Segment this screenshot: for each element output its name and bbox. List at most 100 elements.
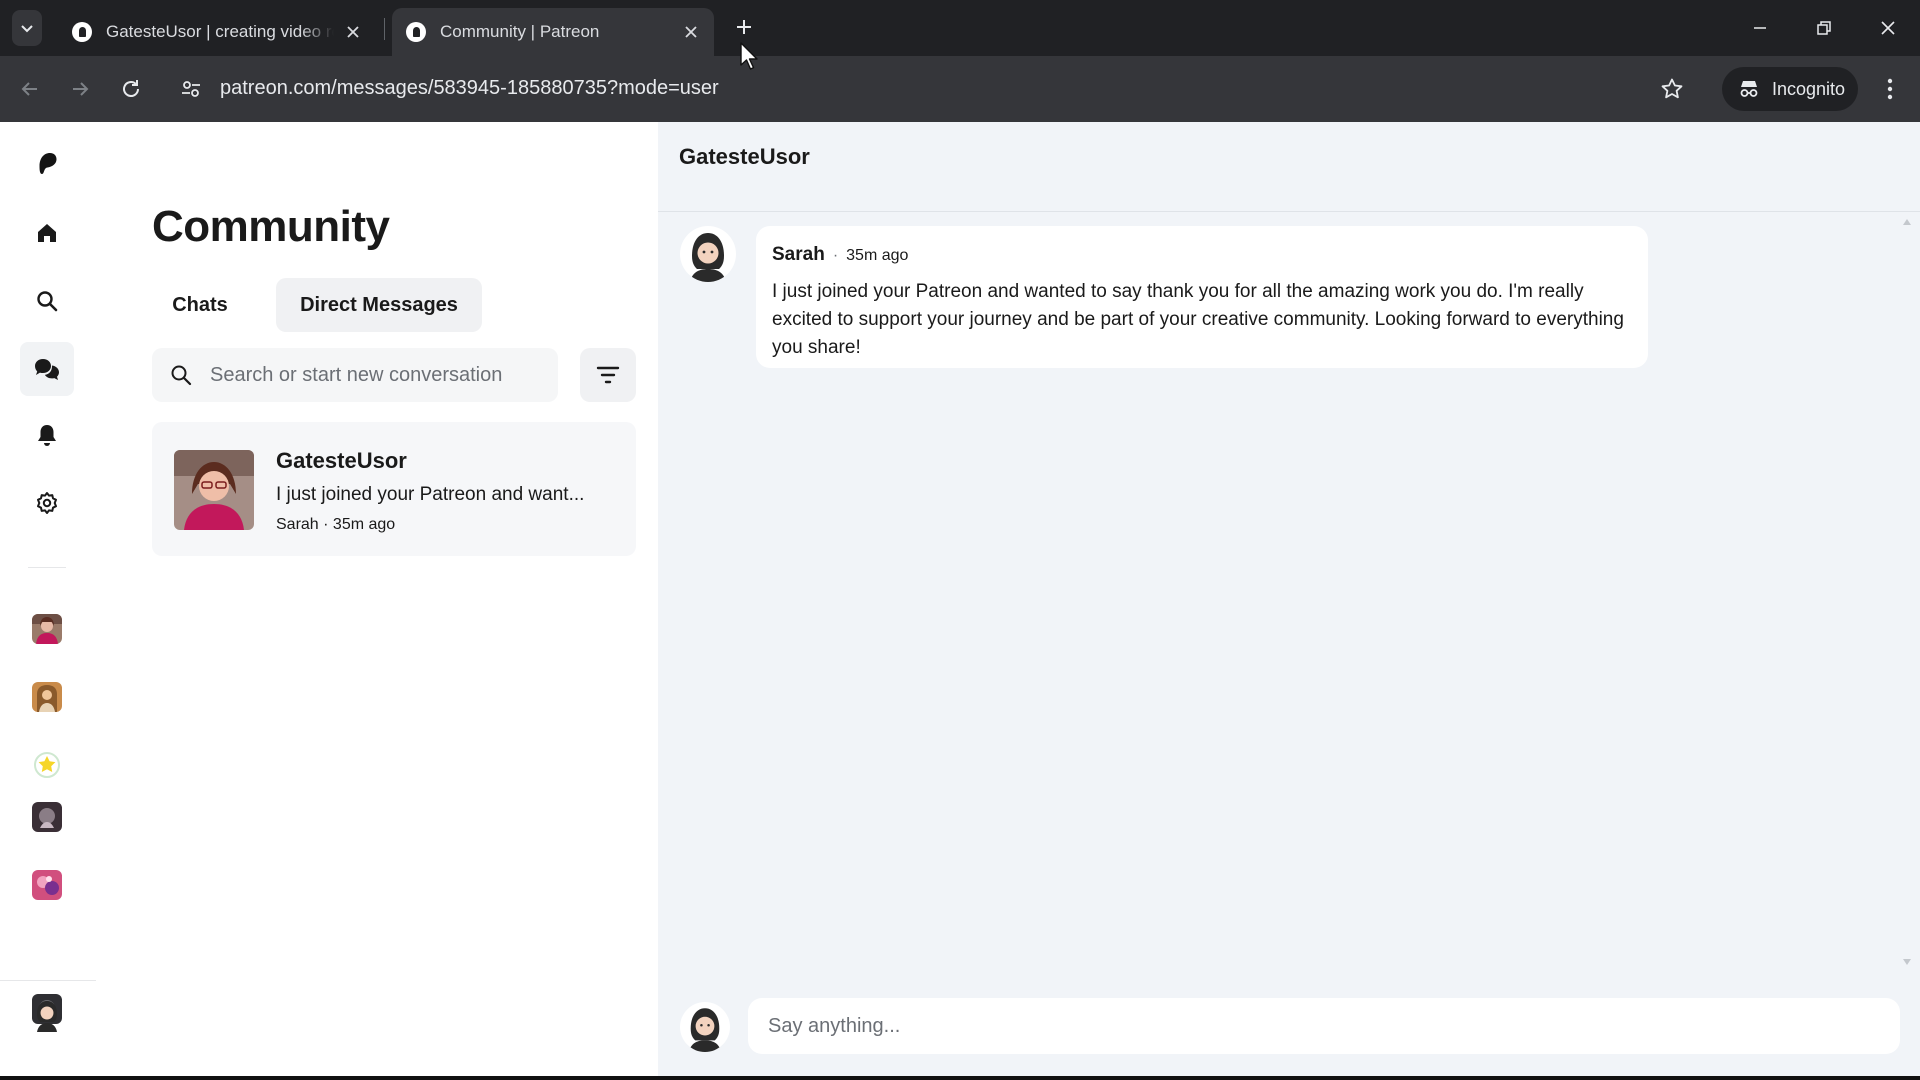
creator-avatar[interactable] <box>32 614 62 644</box>
close-icon <box>685 26 697 38</box>
gear-icon <box>37 492 57 514</box>
back-button[interactable] <box>14 73 46 105</box>
message-header: Sarah · 35m ago <box>772 244 1626 272</box>
browser-tab-active[interactable]: Community | Patreon <box>392 8 714 56</box>
tab-title: GatesteUsor | creating video re <box>106 22 334 41</box>
chat-header: GatesteUsor <box>658 122 1920 212</box>
reload-button[interactable] <box>115 73 147 105</box>
forward-button[interactable] <box>64 73 96 105</box>
incognito-badge[interactable]: Incognito <box>1722 67 1858 111</box>
patreon-favicon-icon <box>406 22 426 42</box>
tab-search-button[interactable] <box>12 10 42 46</box>
left-navigation-rail <box>0 122 97 1080</box>
rail-community-button[interactable] <box>20 342 74 396</box>
chat-title: GatesteUsor <box>679 144 810 169</box>
tab-separator <box>384 18 385 40</box>
chat-panel: GatesteUsor Sarah · 35m ago I just joine… <box>658 122 1920 1080</box>
patreon-logo-button[interactable] <box>20 136 74 190</box>
creator-avatar-image-icon <box>32 802 62 832</box>
message-input[interactable] <box>766 1013 1870 1039</box>
user-avatar-icon <box>688 1008 722 1052</box>
message-text: I just joined your Patreon and wanted to… <box>772 281 1624 358</box>
mouse-cursor-icon <box>740 42 758 70</box>
tab-chats[interactable]: Chats <box>152 278 248 332</box>
close-icon <box>1881 21 1895 35</box>
window-close-button[interactable] <box>1866 8 1910 48</box>
browser-tab-strip: GatesteUsor | creating video re Communit… <box>0 0 1920 56</box>
message-separator: · <box>832 247 839 264</box>
message-timestamp: 35m ago <box>846 247 909 264</box>
search-input[interactable] <box>208 362 542 388</box>
filter-icon <box>596 366 620 384</box>
search-icon <box>37 291 58 312</box>
creator-avatar-image-icon <box>32 682 62 712</box>
rail-notifications-button[interactable] <box>20 408 74 462</box>
message-author[interactable]: Sarah <box>772 244 825 266</box>
user-avatar-icon <box>690 233 726 282</box>
address-bar[interactable]: patreon.com/messages/583945-185880735?mo… <box>220 77 719 100</box>
conversation-list-item[interactable]: GatesteUsor I just joined your Patreon a… <box>152 422 636 556</box>
chat-bubbles-icon <box>35 359 59 380</box>
rail-home-button[interactable] <box>20 206 74 260</box>
filter-button[interactable] <box>580 348 636 402</box>
community-list-panel: Community Chats Direct Messages GatesteU… <box>96 122 658 1080</box>
incognito-icon <box>1740 81 1758 97</box>
close-icon <box>347 26 359 38</box>
browser-tab[interactable]: GatesteUsor | creating video re <box>58 8 376 56</box>
rail-settings-button[interactable] <box>20 476 74 530</box>
profile-avatar-icon <box>37 1001 57 1032</box>
bookmark-button[interactable] <box>1656 73 1688 105</box>
creator-avatar-image-icon <box>32 614 62 644</box>
conversation-avatar <box>174 450 254 530</box>
arrow-left-icon <box>21 82 37 96</box>
conversation-search[interactable] <box>152 348 558 402</box>
triangle-up-icon <box>1903 219 1911 225</box>
conversation-meta: Sarah · 35m ago <box>276 516 396 533</box>
bell-icon <box>38 425 56 446</box>
creator-avatar[interactable] <box>32 802 62 832</box>
scrollbar-down-arrow[interactable] <box>1902 958 1912 966</box>
page-title: Community <box>152 202 390 251</box>
browser-toolbar: patreon.com/messages/583945-185880735?mo… <box>0 56 1920 122</box>
minimize-button[interactable] <box>1738 8 1782 48</box>
creator-photo-icon <box>174 450 254 530</box>
screen-edge <box>0 1076 1920 1080</box>
tune-icon <box>182 81 200 97</box>
chevron-down-icon <box>21 25 33 33</box>
site-info-button[interactable] <box>175 73 207 105</box>
patreon-favicon-icon <box>72 22 92 42</box>
rail-divider <box>28 567 66 568</box>
rail-divider <box>0 980 96 981</box>
composer-avatar <box>680 1002 730 1052</box>
patreon-logo-icon <box>39 153 57 174</box>
patreon-app: Community Chats Direct Messages GatesteU… <box>0 122 1920 1080</box>
creator-avatar[interactable] <box>32 870 62 900</box>
tab-direct-messages[interactable]: Direct Messages <box>276 278 482 332</box>
incognito-label: Incognito <box>1772 78 1846 99</box>
rail-search-button[interactable] <box>20 274 74 328</box>
new-tab-button[interactable] <box>730 12 758 42</box>
message-avatar[interactable] <box>680 226 736 282</box>
triangle-down-icon <box>1903 959 1911 965</box>
conversation-preview: I just joined your Patreon and want... <box>276 484 585 505</box>
arrow-right-icon <box>73 82 89 96</box>
message-bubble: Sarah · 35m ago I just joined your Patre… <box>756 226 1648 368</box>
creator-avatar[interactable] <box>32 750 62 780</box>
tab-title: Community | Patreon <box>440 22 600 41</box>
message-composer[interactable] <box>748 998 1900 1054</box>
creator-avatar[interactable] <box>32 682 62 712</box>
more-vertical-icon <box>1887 78 1893 100</box>
tab-close-button[interactable] <box>342 21 364 43</box>
profile-avatar[interactable] <box>32 998 62 1032</box>
star-icon <box>1661 78 1683 99</box>
reload-icon <box>123 80 139 97</box>
creator-avatar-image-icon <box>32 750 62 780</box>
search-icon <box>171 365 192 386</box>
home-icon <box>38 224 56 242</box>
minimize-icon <box>1754 27 1766 29</box>
browser-menu-button[interactable] <box>1874 73 1906 105</box>
scrollbar-up-arrow[interactable] <box>1902 218 1912 226</box>
creator-avatar-image-icon <box>32 870 62 900</box>
restore-button[interactable] <box>1802 8 1846 48</box>
tab-close-button[interactable] <box>680 21 702 43</box>
